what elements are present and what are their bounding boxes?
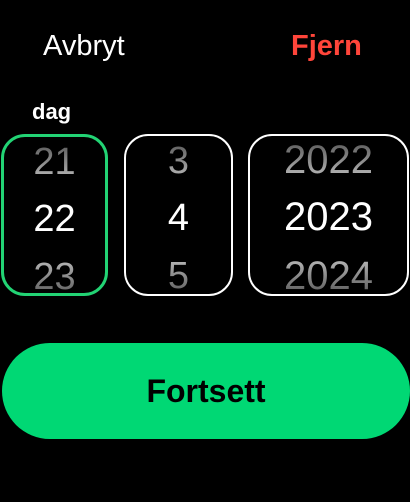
year-current-value[interactable]: 2023 [250, 194, 407, 240]
month-next-value[interactable]: 5 [126, 253, 231, 294]
cancel-button[interactable]: Avbryt [43, 28, 125, 64]
day-next-value[interactable]: 23 [4, 254, 105, 293]
year-wheel[interactable]: 2022 2023 2024 [248, 134, 409, 296]
picker-field-label: dag [32, 99, 72, 124]
month-previous-value[interactable]: 3 [126, 138, 231, 184]
year-next-value[interactable]: 2024 [250, 253, 407, 294]
month-wheel[interactable]: 3 4 5 [124, 134, 233, 296]
year-previous-value[interactable]: 2022 [250, 137, 407, 183]
continue-button[interactable]: Fortsett [2, 343, 410, 439]
day-wheel[interactable]: 21 22 23 [1, 134, 108, 296]
day-previous-value[interactable]: 21 [4, 139, 105, 185]
remove-button[interactable]: Fjern [291, 28, 362, 64]
day-current-value[interactable]: 22 [4, 196, 105, 242]
month-current-value[interactable]: 4 [126, 195, 231, 241]
